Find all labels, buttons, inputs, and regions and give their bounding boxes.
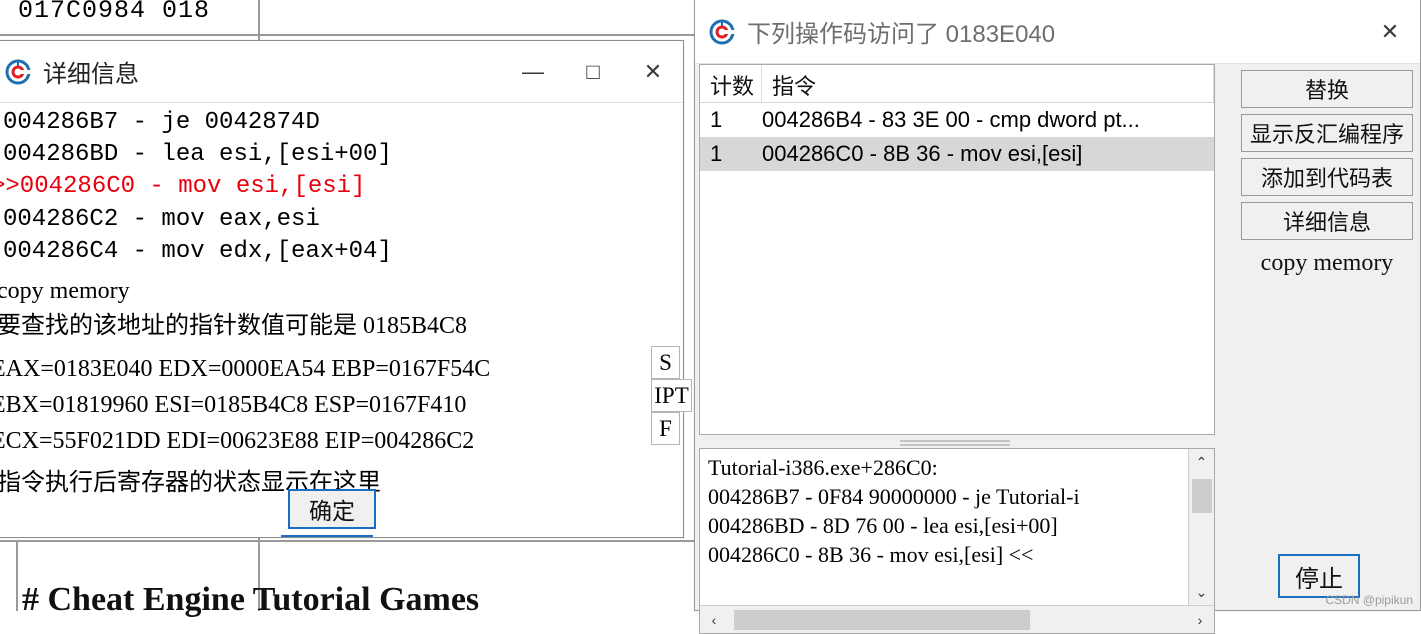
maximize-button[interactable]: □ bbox=[563, 41, 623, 102]
disassembly-panel[interactable]: Tutorial-i386.exe+286C0: 004286B7 - 0F84… bbox=[699, 448, 1215, 634]
close-icon[interactable]: ✕ bbox=[623, 41, 683, 102]
horizontal-scrollbar[interactable]: ‹ › bbox=[700, 605, 1214, 633]
cell-instruction: 004286B4 - 83 3E 00 - cmp dword pt... bbox=[762, 107, 1140, 132]
opcode-access-window: 下列操作码访问了 0183E040 ✕ 计数 指令 1 004286B4 - 8… bbox=[694, 0, 1421, 634]
disassembly-line: 004286B7 - 0F84 90000000 - je Tutorial-i bbox=[708, 484, 1080, 510]
disassembly-line: 004286C2 - mov eax,esi bbox=[3, 205, 320, 233]
register-line-2: EBX=01819960 ESI=0185B4C8 ESP=0167F410 bbox=[0, 391, 467, 418]
pointer-hint-label: 要查找的该地址的指针数值可能是 0185B4C8 bbox=[0, 313, 468, 340]
disassembly-line: Tutorial-i386.exe+286C0: bbox=[708, 455, 938, 480]
horizontal-scrollbar-thumb[interactable] bbox=[734, 610, 1030, 630]
details-window-body: 004286B7 - je 0042874D 004286BD - lea es… bbox=[0, 103, 683, 537]
vertical-scrollbar[interactable]: ⌃ ⌄ bbox=[1188, 449, 1214, 605]
disassembly-line-current: >>004286C0 - mov esi,[esi] bbox=[0, 173, 366, 201]
access-window-titlebar[interactable]: 下列操作码访问了 0183E040 ✕ bbox=[695, 0, 1420, 64]
scroll-up-icon[interactable]: ⌃ bbox=[1189, 449, 1214, 475]
disassembly-lines: Tutorial-i386.exe+286C0: 004286B7 - 0F84… bbox=[700, 449, 1188, 605]
access-window-title: 下列操作码访问了 0183E040 bbox=[747, 21, 1056, 48]
opcode-list-header: 计数 指令 bbox=[700, 65, 1214, 103]
cheat-engine-icon bbox=[3, 57, 33, 87]
disassembly-line: 004286BD - lea esi,[esi+00] bbox=[3, 141, 392, 169]
cell-instruction: 004286C0 - 8B 36 - mov esi,[esi] bbox=[762, 141, 1083, 166]
ok-button-shadow bbox=[281, 535, 373, 537]
cell-count: 1 bbox=[710, 141, 723, 166]
cell-count: 1 bbox=[710, 107, 723, 132]
details-window: 详细信息 — □ ✕ 004286B7 - je 0042874D 004286… bbox=[0, 40, 684, 538]
details-button[interactable]: 详细信息 bbox=[1241, 202, 1413, 240]
column-header-count[interactable]: 计数 bbox=[700, 65, 762, 102]
background-hex-row: 017C0984 018 bbox=[18, 0, 211, 25]
register-line-1: EAX=0183E040 EDX=0000EA54 EBP=0167F54C bbox=[0, 355, 491, 382]
scroll-down-icon[interactable]: ⌄ bbox=[1189, 579, 1214, 605]
minimize-button[interactable]: — bbox=[503, 41, 563, 102]
replace-button[interactable]: 替换 bbox=[1241, 70, 1413, 108]
background-page-title: # Cheat Engine Tutorial Games bbox=[22, 581, 480, 618]
table-row[interactable]: 1 004286C0 - 8B 36 - mov esi,[esi] bbox=[700, 137, 1214, 171]
copy-memory-label: copy memory bbox=[0, 278, 130, 305]
table-row[interactable]: 1 004286B4 - 83 3E 00 - cmp dword pt... bbox=[700, 103, 1214, 137]
register-line-3: ECX=55F021DD EDI=00623E88 EIP=004286C2 bbox=[0, 428, 475, 455]
background-divider-vertical-3 bbox=[16, 540, 18, 611]
opcode-list[interactable]: 计数 指令 1 004286B4 - 83 3E 00 - cmp dword … bbox=[699, 64, 1215, 435]
label-ipt: IPT bbox=[651, 379, 692, 412]
close-icon[interactable]: ✕ bbox=[1360, 0, 1420, 63]
scroll-left-icon[interactable]: ‹ bbox=[700, 612, 728, 628]
details-window-title: 详细信息 bbox=[43, 61, 139, 88]
show-disassembler-button[interactable]: 显示反汇编程序 bbox=[1241, 114, 1413, 152]
watermark: CSDN @pipikun bbox=[1325, 593, 1413, 607]
disassembly-line: 004286B7 - je 0042874D bbox=[3, 109, 320, 136]
details-window-titlebar[interactable]: 详细信息 — □ ✕ bbox=[0, 41, 683, 103]
column-header-instruction[interactable]: 指令 bbox=[762, 65, 1214, 102]
label-s: S bbox=[651, 346, 680, 379]
ok-button[interactable]: 确定 bbox=[288, 489, 376, 529]
resize-grip[interactable] bbox=[900, 438, 1010, 450]
stop-button[interactable]: 停止 bbox=[1278, 554, 1360, 598]
vertical-scrollbar-thumb[interactable] bbox=[1192, 479, 1212, 513]
disassembly-line: 004286BD - 8D 76 00 - lea esi,[esi+00] bbox=[708, 513, 1058, 539]
scroll-right-icon[interactable]: › bbox=[1186, 612, 1214, 628]
disassembly-line: 004286C0 - 8B 36 - mov esi,[esi] << bbox=[708, 542, 1034, 568]
access-window-body: 计数 指令 1 004286B4 - 83 3E 00 - cmp dword … bbox=[695, 64, 1420, 634]
label-f: F bbox=[651, 412, 680, 445]
horizontal-scrollbar-track[interactable] bbox=[728, 606, 1186, 633]
cheat-engine-icon bbox=[707, 17, 737, 47]
add-to-codelist-button[interactable]: 添加到代码表 bbox=[1241, 158, 1413, 196]
disassembly-line: 004286C4 - mov edx,[eax+04] bbox=[3, 237, 392, 265]
copy-memory-label: copy memory bbox=[1260, 249, 1394, 276]
